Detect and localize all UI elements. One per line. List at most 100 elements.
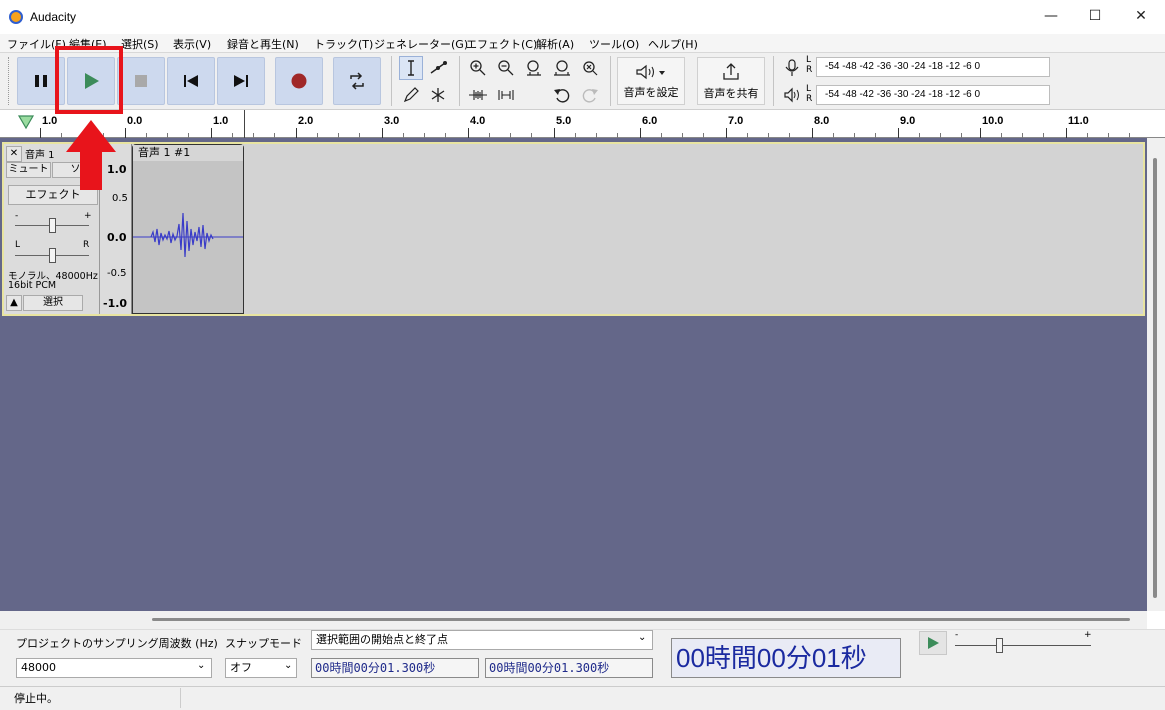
ruler-tick: 3.0 <box>384 115 400 127</box>
fit-selection-button[interactable] <box>522 56 546 80</box>
zoom-in-button[interactable] <box>466 56 490 80</box>
silence-audio-button[interactable] <box>494 83 518 107</box>
amplitude-tick: 0.5 <box>112 193 128 204</box>
audio-position-display[interactable]: 00時間00分01秒 <box>671 638 901 678</box>
menu-help[interactable]: ヘルプ(H) <box>648 36 698 52</box>
menu-generate[interactable]: ジェネレーター(G) <box>374 36 468 52</box>
toolbar-separator <box>773 56 774 106</box>
skip-to-end-button[interactable] <box>217 57 265 105</box>
selection-mode-select[interactable]: 選択範囲の開始点と終了点 <box>311 630 653 650</box>
pencil-icon <box>403 87 419 103</box>
meter-l-label: L <box>806 55 812 65</box>
play-button-highlight <box>55 46 123 114</box>
pan-right-label: R <box>83 240 90 250</box>
ruler-tick: 11.0 <box>1068 115 1089 127</box>
share-audio-label: 音声を共有 <box>703 86 759 100</box>
ruler-tick: 10.0 <box>982 115 1004 127</box>
project-rate-label: プロジェクトのサンプリング周波数 (Hz) <box>16 637 218 650</box>
menu-tracks[interactable]: トラック(T) <box>314 36 373 52</box>
envelope-icon <box>430 61 447 74</box>
amplitude-tick: -0.5 <box>107 268 127 279</box>
pan-slider-handle[interactable] <box>49 248 56 263</box>
waveform <box>133 212 243 258</box>
ruler-major-tick <box>640 128 641 138</box>
menu-analyze[interactable]: 解析(A) <box>536 36 574 52</box>
horizontal-scrollbar[interactable] <box>0 611 1147 629</box>
track-name[interactable]: 音声 1 <box>25 146 55 161</box>
record-button[interactable] <box>275 57 323 105</box>
menu-effect[interactable]: エフェクト(C) <box>466 36 537 52</box>
close-window-button[interactable]: ✕ <box>1130 8 1152 26</box>
stop-button[interactable] <box>117 57 165 105</box>
audacity-logo-icon <box>9 10 23 24</box>
timeline-options-button[interactable] <box>17 114 35 133</box>
track-close-button[interactable]: ✕ <box>6 146 22 162</box>
ruler-major-tick <box>898 128 899 138</box>
draw-tool-button[interactable] <box>399 83 423 107</box>
speed-slider-handle[interactable] <box>996 638 1003 653</box>
play-at-speed-button[interactable] <box>919 631 947 655</box>
meter-r-label: R <box>806 65 813 75</box>
record-meter-button[interactable] <box>780 56 804 80</box>
status-text: 停止中。 <box>14 692 58 705</box>
ruler-tick: 4.0 <box>470 115 486 127</box>
playback-meter[interactable]: -54 -48 -42 -36 -30 -24 -18 -12 -6 0 <box>816 85 1050 105</box>
meter-r-label: R <box>806 94 813 104</box>
play-icon <box>928 637 939 649</box>
multi-tool-button[interactable] <box>426 83 450 107</box>
share-audio-button[interactable]: 音声を共有 <box>697 57 765 105</box>
record-icon <box>291 73 307 89</box>
skip-to-start-button[interactable] <box>167 57 215 105</box>
zoom-fit-icon <box>554 60 570 76</box>
redo-button[interactable] <box>578 83 602 107</box>
stop-icon <box>135 75 147 87</box>
menu-transport[interactable]: 録音と再生(N) <box>227 36 299 52</box>
collapse-track-button[interactable]: ▲ <box>6 295 22 311</box>
toolbar-grip[interactable] <box>8 57 12 105</box>
project-rate-select[interactable]: 48000 <box>16 658 212 678</box>
gain-slider-handle[interactable] <box>49 218 56 233</box>
loop-icon <box>350 72 364 90</box>
loop-button[interactable] <box>333 57 381 105</box>
ruler-major-tick <box>554 128 555 138</box>
speaker-icon <box>784 87 799 103</box>
zoom-out-icon <box>498 60 514 76</box>
audio-setup-button[interactable]: 音声を設定 <box>617 57 685 105</box>
clip-header[interactable]: 音声 1 #1 <box>133 145 243 161</box>
gain-minus-label: - <box>15 211 19 221</box>
minimize-button[interactable]: — <box>1040 8 1062 26</box>
selection-end-time[interactable]: 00時間00分01.300秒 <box>485 658 653 678</box>
envelope-tool-button[interactable] <box>426 56 450 80</box>
menu-view[interactable]: 表示(V) <box>173 36 211 52</box>
trim-audio-button[interactable] <box>466 83 490 107</box>
speaker-dropdown-icon <box>636 64 665 79</box>
ruler-major-tick <box>211 128 212 138</box>
zoom-out-button[interactable] <box>494 56 518 80</box>
record-meter[interactable]: -54 -48 -42 -36 -30 -24 -18 -12 -6 0 <box>816 57 1050 77</box>
undo-button[interactable] <box>550 83 574 107</box>
zoom-selection-icon <box>527 60 541 76</box>
gain-plus-label: + <box>84 211 92 221</box>
menu-select[interactable]: 選択(S) <box>121 36 159 52</box>
menu-tools[interactable]: ツール(O) <box>589 36 639 52</box>
zoom-toggle-button[interactable] <box>578 56 602 80</box>
mute-button[interactable]: ミュート <box>6 162 51 178</box>
ruler-tick: 1.0 <box>42 115 58 127</box>
pan-left-label: L <box>15 240 21 250</box>
ruler-tick: 8.0 <box>814 115 830 127</box>
maximize-button[interactable]: ☐ <box>1084 8 1106 26</box>
speed-plus-label: + <box>1084 630 1092 640</box>
playback-meter-button[interactable] <box>780 83 804 107</box>
red-arrow-icon <box>66 120 116 190</box>
select-track-button[interactable]: 選択 <box>23 295 83 311</box>
fit-project-button[interactable] <box>550 56 574 80</box>
ruler-clip-boundary <box>244 110 245 138</box>
ruler-tick: 0.0 <box>127 115 143 127</box>
selection-tool-button[interactable] <box>399 56 423 80</box>
skip-end-icon <box>234 75 248 87</box>
title-bar <box>0 0 1165 34</box>
selection-start-time[interactable]: 00時間00分01.300秒 <box>311 658 479 678</box>
redo-icon <box>582 89 598 103</box>
chevron-down-icon: ⌄ <box>284 660 293 671</box>
vertical-scrollbar[interactable] <box>1147 138 1165 611</box>
